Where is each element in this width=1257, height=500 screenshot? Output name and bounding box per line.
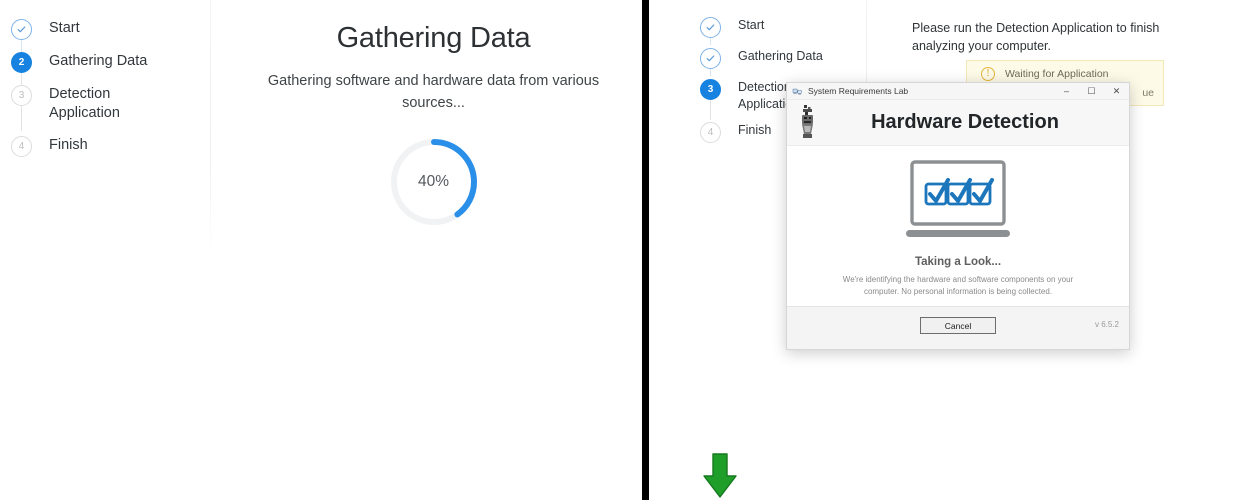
- left-panel: Start 2 Gathering Data 3 Detection Appli…: [0, 0, 642, 500]
- sidebar-divider: [210, 0, 211, 262]
- system-requirements-lab-icon: [792, 88, 802, 95]
- cancel-button[interactable]: Cancel: [920, 317, 996, 334]
- sidebar-step-label-start: Start: [49, 20, 80, 36]
- sidebar-step-finish[interactable]: 4 Finish: [11, 135, 201, 157]
- dialog-app-title: System Requirements Lab: [808, 86, 909, 96]
- notice-label: Waiting for Application: [1005, 68, 1109, 80]
- check-icon: [706, 24, 715, 31]
- page-subtitle: Gathering software and hardware data fro…: [267, 73, 600, 111]
- dialog-body: Taking a Look... We're identifying the h…: [787, 146, 1129, 306]
- step-badge-finish: 4: [700, 122, 721, 144]
- hardware-detection-dialog[interactable]: System Requirements Lab – ☐ ✕ Hardware D…: [786, 82, 1130, 350]
- sidebar-step-start[interactable]: Start: [11, 19, 201, 52]
- step-connector: [21, 73, 23, 85]
- dialog-status-description: We're identifying the hardware and softw…: [842, 275, 1074, 296]
- progress-container: 40%: [225, 136, 642, 228]
- step-connector: [21, 106, 23, 131]
- sidebar-step-label-detection-application: Detection Application: [49, 86, 120, 122]
- step-badge-gathering-data: [700, 48, 721, 69]
- sidebar-step-label-start: Start: [738, 18, 765, 32]
- dialog-heading: Hardware Detection: [871, 111, 1059, 133]
- check-icon: [17, 26, 26, 33]
- sidebar-step-label-finish: Finish: [49, 136, 88, 153]
- sidebar-step-label-gathering-data: Gathering Data: [738, 49, 823, 63]
- step-connector: [710, 38, 712, 45]
- check-icon: [706, 55, 715, 62]
- step-connector: [710, 69, 712, 76]
- sidebar-step-label-gathering-data: Gathering Data: [49, 53, 148, 69]
- page-title: Gathering Data: [336, 22, 531, 54]
- dialog-footer: Cancel v 6.5.2: [787, 306, 1129, 349]
- step-badge-gathering-data: 2: [11, 52, 32, 73]
- minimize-icon[interactable]: –: [1054, 83, 1079, 100]
- screenshot-root: Start 2 Gathering Data 3 Detection Appli…: [0, 0, 1257, 500]
- step-badge-start: [11, 19, 32, 40]
- panel-divider: [642, 0, 649, 500]
- sidebar-step-gathering-data[interactable]: 2 Gathering Data: [11, 52, 201, 85]
- sidebar-step-detection-application[interactable]: 3 Detection Application: [11, 85, 201, 131]
- hand-cursor-icon: [802, 105, 813, 138]
- notice-continue-link[interactable]: ue: [1142, 87, 1154, 99]
- progress-percentage: 40%: [417, 173, 450, 190]
- window-controls: – ☐ ✕: [1054, 83, 1129, 100]
- left-main-content: Gathering Data Gathering software and ha…: [225, 0, 642, 500]
- step-connector: [21, 40, 23, 52]
- notice-row: ! Waiting for Application: [967, 61, 1163, 81]
- sidebar-step-gathering-data[interactable]: Gathering Data: [700, 48, 870, 76]
- dialog-status-title: Taking a Look...: [914, 256, 1002, 268]
- left-wizard-steps: Start 2 Gathering Data 3 Detection Appli…: [11, 19, 201, 169]
- step-badge-start: [700, 17, 721, 38]
- dialog-titlebar[interactable]: System Requirements Lab – ☐ ✕: [787, 83, 1129, 100]
- step-badge-detection-application: 3: [700, 79, 721, 100]
- instruction-text: Please run the Detection Application to …: [912, 21, 1160, 54]
- sidebar-step-start[interactable]: Start: [700, 17, 870, 45]
- dialog-version-label: v 6.5.2: [1094, 320, 1119, 329]
- progress-ring: 40%: [388, 136, 480, 228]
- right-panel: Start Gathering Data 3 Detection Applica…: [649, 0, 1257, 500]
- sidebar-step-label-finish: Finish: [738, 123, 772, 138]
- dialog-header: Hardware Detection: [787, 100, 1129, 146]
- maximize-icon[interactable]: ☐: [1079, 83, 1104, 100]
- laptop-with-checkmarks-icon: [906, 160, 1010, 237]
- step-connector: [710, 100, 712, 120]
- arrow-down-icon: [703, 453, 737, 498]
- step-badge-detection-application: 3: [11, 85, 32, 106]
- warning-icon: !: [981, 67, 995, 81]
- step-badge-finish: 4: [11, 135, 32, 157]
- close-icon[interactable]: ✕: [1104, 83, 1129, 100]
